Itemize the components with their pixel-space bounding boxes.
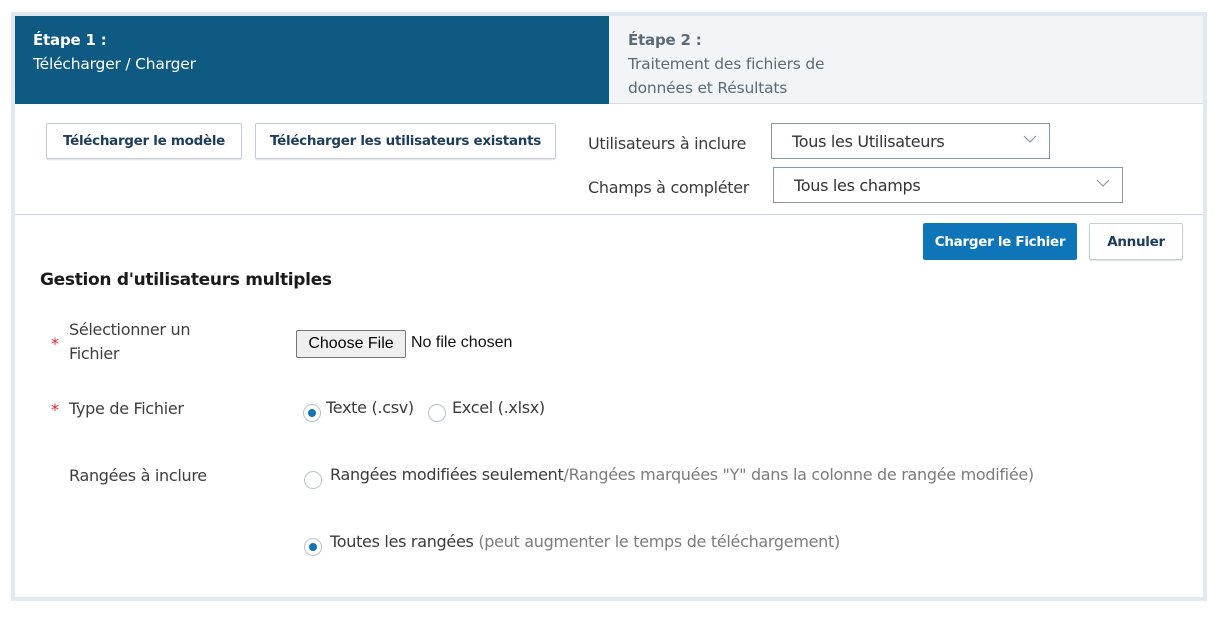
required-asterisk: * [51, 400, 59, 419]
radio-csv-label[interactable]: Texte (.csv) [326, 398, 414, 417]
radio-modified-rows[interactable] [304, 471, 322, 489]
fields-filter-label: Champs à compléter [588, 178, 750, 197]
step-2-subtitle: Traitement des fichiers de données et Ré… [628, 55, 825, 97]
rows-include-label: Rangées à inclure [69, 466, 207, 485]
radio-csv[interactable] [303, 404, 321, 422]
upload-file-button[interactable]: Charger le Fichier [923, 223, 1077, 260]
all-rows-label: Toutes les rangées [330, 532, 474, 551]
cancel-button[interactable]: Annuler [1089, 223, 1183, 260]
section-title: Gestion d'utilisateurs multiples [40, 270, 332, 290]
chevron-down-icon [1023, 135, 1037, 143]
users-filter-value: Tous les Utilisateurs [792, 132, 945, 151]
radio-xlsx[interactable] [428, 404, 446, 422]
radio-all-rows-label[interactable]: Toutes les rangées (peut augmenter le te… [330, 532, 840, 551]
all-rows-hint: (peut augmenter le temps de téléchargeme… [478, 532, 840, 551]
fields-filter-value: Tous les champs [794, 176, 921, 195]
users-filter-select[interactable]: Tous les Utilisateurs [771, 123, 1050, 159]
bulk-user-management-panel: Étape 1 : Télécharger / Charger Étape 2 … [11, 12, 1207, 601]
wizard-steps: Étape 1 : Télécharger / Charger Étape 2 … [15, 16, 1203, 104]
file-status-text: No file chosen [411, 334, 513, 351]
radio-modified-rows-label[interactable]: Rangées modifiées seulement/Rangées marq… [330, 465, 1034, 484]
radio-xlsx-label[interactable]: Excel (.xlsx) [452, 398, 545, 417]
modified-rows-hint: /Rangées marquées "Y" dans la colonne de… [563, 465, 1035, 484]
file-type-label: Type de Fichier [69, 399, 184, 418]
download-toolbar: Télécharger le modèle Télécharger les ut… [15, 104, 1203, 215]
radio-all-rows[interactable] [304, 538, 322, 556]
required-asterisk: * [51, 334, 59, 353]
step-2-title: Étape 2 : [628, 31, 702, 49]
step-2-tab[interactable]: Étape 2 : Traitement des fichiers de don… [609, 16, 1203, 104]
chevron-down-icon [1096, 179, 1110, 187]
step-1-tab[interactable]: Étape 1 : Télécharger / Charger [15, 16, 609, 104]
step-1-subtitle: Télécharger / Charger [33, 55, 196, 73]
choose-file-button[interactable]: Choose File [296, 330, 406, 358]
step-1-title: Étape 1 : [33, 31, 107, 49]
download-template-button[interactable]: Télécharger le modèle [46, 123, 242, 159]
users-filter-label: Utilisateurs à inclure [588, 134, 747, 153]
fields-filter-select[interactable]: Tous les champs [773, 167, 1123, 203]
download-existing-users-button[interactable]: Télécharger les utilisateurs existants [255, 123, 556, 159]
modified-rows-label: Rangées modifiées seulement [330, 465, 564, 484]
file-select-label: Sélectionner un Fichier [69, 320, 191, 363]
